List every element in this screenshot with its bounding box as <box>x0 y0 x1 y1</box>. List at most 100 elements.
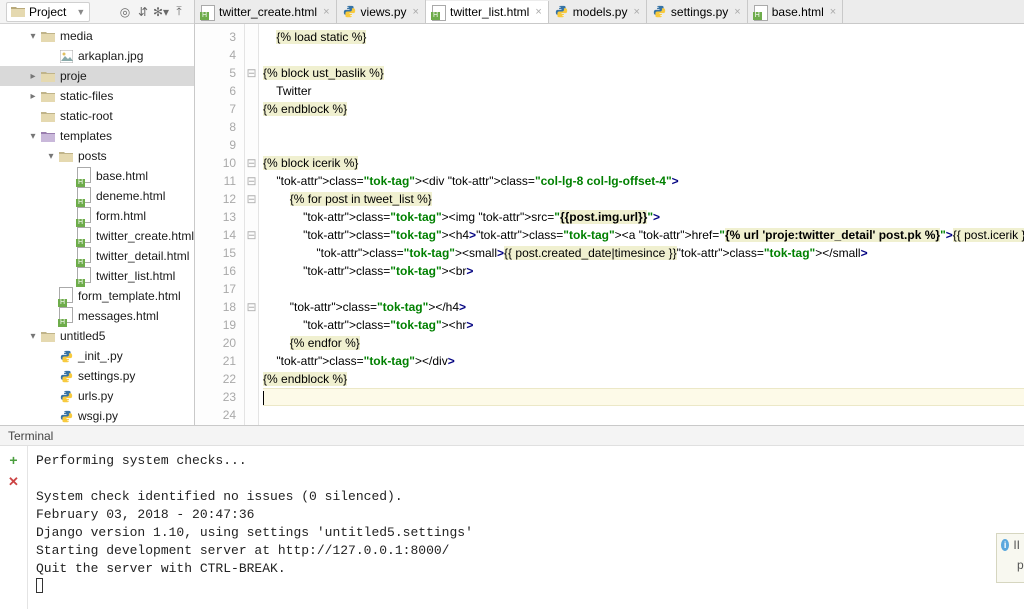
project-view-selector[interactable]: Project ▼ <box>6 2 90 22</box>
terminal-panel: Terminal + ✕ Performing system checks...… <box>0 426 1024 609</box>
tree-item[interactable]: static-root <box>0 106 194 126</box>
editor-area: twitter_create.html×views.py×twitter_lis… <box>195 0 1024 425</box>
tree-item-label: _init_.py <box>78 349 123 363</box>
html-icon <box>76 269 92 283</box>
expander-icon[interactable]: ▾ <box>26 331 40 342</box>
line-gutter: 3456789101112131415161718192021222324 <box>195 24 245 425</box>
sidebar-toolbar: Project ▼ ◎ ⇵ ✻▾ ⤒ <box>0 0 194 24</box>
target-icon[interactable]: ◎ <box>116 3 134 21</box>
tree-item-label: messages.html <box>78 309 159 323</box>
tree-item[interactable]: arkaplan.jpg <box>0 46 194 66</box>
py-icon <box>58 409 74 423</box>
tree-item[interactable]: deneme.html <box>0 186 194 206</box>
tree-item-label: proje <box>60 69 87 83</box>
tree-item[interactable]: ▾ posts <box>0 146 194 166</box>
editor-tab[interactable]: twitter_list.html × <box>426 1 549 24</box>
tab-label: views.py <box>361 5 407 19</box>
settings-gear-icon[interactable]: ✻▾ <box>152 3 170 21</box>
tab-label: models.py <box>573 5 628 19</box>
folder-icon <box>40 69 56 83</box>
tree-item-label: twitter_list.html <box>96 269 175 283</box>
close-tab-icon[interactable]: × <box>633 6 639 18</box>
project-view-label: Project <box>29 5 66 19</box>
html-icon <box>58 289 74 303</box>
editor-tab[interactable]: views.py × <box>337 0 426 23</box>
html-icon <box>201 5 215 19</box>
tab-label: twitter_list.html <box>450 5 529 19</box>
tree-item-label: static-files <box>60 89 113 103</box>
tree-item-label: urls.py <box>78 389 113 403</box>
new-terminal-icon[interactable]: + <box>9 452 17 468</box>
close-tab-icon[interactable]: × <box>830 6 836 18</box>
folder-icon <box>40 329 56 343</box>
folder-icon <box>40 109 56 123</box>
img-icon <box>58 49 74 63</box>
project-tree[interactable]: ▾ media arkaplan.jpg ▸ proje ▸ static-files sta… <box>0 24 194 425</box>
code-editor[interactable]: 3456789101112131415161718192021222324 ⊟⊟… <box>195 24 1024 425</box>
tree-item[interactable]: ▾ templates <box>0 126 194 146</box>
terminal-title: Terminal <box>8 429 53 443</box>
close-tab-icon[interactable]: × <box>413 6 419 18</box>
tree-item[interactable]: twitter_list.html <box>0 266 194 286</box>
py-icon <box>58 369 74 383</box>
expander-icon[interactable]: ▸ <box>26 91 40 102</box>
tree-item-label: settings.py <box>78 369 135 383</box>
close-tab-icon[interactable]: × <box>535 6 541 18</box>
info-icon: i <box>1001 539 1009 551</box>
tree-item[interactable]: messages.html <box>0 306 194 326</box>
tree-item-label: posts <box>78 149 107 163</box>
tree-item-label: static-root <box>60 109 113 123</box>
tree-item[interactable]: ▸ static-files <box>0 86 194 106</box>
tree-item[interactable]: ▸ proje <box>0 66 194 86</box>
html-icon <box>754 5 768 19</box>
close-tab-icon[interactable]: × <box>734 6 740 18</box>
tree-item[interactable]: form.html <box>0 206 194 226</box>
notification-popup[interactable]: iII p <box>996 533 1024 583</box>
html-icon <box>58 309 74 323</box>
editor-tabs: twitter_create.html×views.py×twitter_lis… <box>195 0 1024 24</box>
tree-item-label: templates <box>60 129 112 143</box>
project-sidebar: Project ▼ ◎ ⇵ ✻▾ ⤒ ▾ media arkaplan.jpg ▸ pr… <box>0 0 195 425</box>
tab-label: twitter_create.html <box>219 5 317 19</box>
tree-item[interactable]: form_template.html <box>0 286 194 306</box>
editor-tab[interactable]: settings.py × <box>647 0 748 23</box>
tree-item-label: base.html <box>96 169 148 183</box>
tree-item[interactable]: urls.py <box>0 386 194 406</box>
expander-icon[interactable]: ▾ <box>26 131 40 142</box>
fold-gutter[interactable]: ⊟⊟⊟⊟⊟⊟ <box>245 24 259 425</box>
chevron-down-icon: ▼ <box>76 7 85 17</box>
tab-label: settings.py <box>671 5 728 19</box>
tree-item-label: arkaplan.jpg <box>78 49 143 63</box>
tree-item[interactable]: settings.py <box>0 366 194 386</box>
tree-item[interactable]: ▾untitled5 <box>0 326 194 346</box>
py-icon <box>58 349 74 363</box>
tree-item-label: media <box>60 29 93 43</box>
close-terminal-icon[interactable]: ✕ <box>8 474 19 490</box>
tree-item-label: form_template.html <box>78 289 181 303</box>
editor-tab[interactable]: models.py × <box>549 0 647 23</box>
tree-item[interactable]: _init_.py <box>0 346 194 366</box>
close-tab-icon[interactable]: × <box>323 6 329 18</box>
collapse-all-icon[interactable]: ⇵ <box>134 3 152 21</box>
code-content[interactable]: {% load static %} {% block ust_baslik %}… <box>259 24 1024 425</box>
tree-item[interactable]: twitter_create.html <box>0 226 194 246</box>
html-icon <box>76 229 92 243</box>
tree-item[interactable]: base.html <box>0 166 194 186</box>
tree-item[interactable]: wsgi.py <box>0 406 194 425</box>
tab-label: base.html <box>772 5 824 19</box>
terminal-output[interactable]: Performing system checks... System check… <box>28 446 1024 609</box>
tree-item[interactable]: twitter_detail.html <box>0 246 194 266</box>
project-icon <box>11 6 25 17</box>
terminal-header[interactable]: Terminal <box>0 426 1024 446</box>
expander-icon[interactable]: ▸ <box>26 71 40 82</box>
html-icon <box>76 189 92 203</box>
editor-tab[interactable]: twitter_create.html × <box>195 0 336 23</box>
expander-icon[interactable]: ▾ <box>44 151 58 162</box>
hide-panel-icon[interactable]: ⤒ <box>170 3 188 21</box>
editor-tab[interactable]: base.html × <box>748 0 843 23</box>
expander-icon[interactable]: ▾ <box>26 31 40 42</box>
tree-item-label: wsgi.py <box>78 409 118 423</box>
tree-item[interactable]: ▾ media <box>0 26 194 46</box>
notification-text-2: p <box>1001 558 1020 572</box>
html-icon <box>76 169 92 183</box>
